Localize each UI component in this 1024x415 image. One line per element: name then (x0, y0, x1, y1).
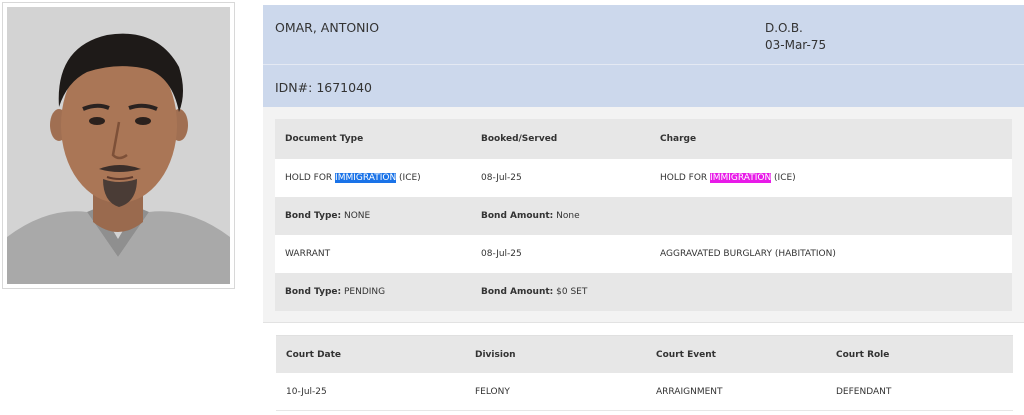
charge: AGGRAVATED BURGLARY (HABITATION) (660, 249, 836, 259)
bond-type: Bond Type: NONE (285, 211, 370, 221)
documents-header-row: Document Type Booked/Served Charge (275, 119, 1012, 159)
court-header-row: Court Date Division Court Event Court Ro… (276, 335, 1013, 373)
idn-number: IDN#: 1671040 (275, 80, 372, 95)
col-court-role: Court Role (836, 349, 890, 360)
bond-type-value: NONE (341, 211, 371, 221)
col-document-type: Document Type (285, 134, 364, 144)
search-highlight-current: IMMIGRATION (710, 173, 772, 183)
court-role: DEFENDANT (836, 386, 892, 397)
booked-date: 08-Jul-25 (481, 249, 522, 259)
bond-type: Bond Type: PENDING (285, 287, 385, 297)
mugshot-frame (2, 2, 235, 289)
document-row: HOLD FOR IMMIGRATION (ICE) 08-Jul-25 HOL… (275, 159, 1012, 197)
col-division: Division (475, 349, 516, 360)
bond-amount-label: Bond Amount: (481, 287, 554, 297)
court-row: 10-Jul-25 FELONY ARRAIGNMENT DEFENDANT (276, 373, 1013, 411)
court-division: FELONY (475, 386, 510, 397)
document-type: WARRANT (285, 249, 331, 259)
charge-suffix: (ICE) (771, 173, 796, 183)
charge-text: HOLD FOR (660, 173, 711, 183)
header-divider (263, 64, 1024, 65)
bond-amount: Bond Amount: $0 SET (481, 287, 587, 297)
court-event: ARRAIGNMENT (656, 386, 723, 397)
document-type: HOLD FOR IMMIGRATION (ICE) (285, 173, 421, 183)
dob-value: 03-Mar-75 (765, 38, 827, 52)
bond-amount-label: Bond Amount: (481, 211, 554, 221)
col-court-event: Court Event (656, 349, 716, 360)
document-type-text: HOLD FOR (285, 173, 336, 183)
documents-panel: Document Type Booked/Served Charge HOLD … (263, 107, 1024, 323)
bond-type-value: PENDING (341, 287, 386, 297)
bond-type-label: Bond Type: (285, 211, 342, 221)
inmate-name: OMAR, ANTONIO (275, 20, 380, 35)
charge: HOLD FOR IMMIGRATION (ICE) (660, 173, 796, 183)
bond-row: Bond Type: NONE Bond Amount: None (275, 197, 1012, 235)
inmate-header: OMAR, ANTONIO D.O.B. 03-Mar-75 IDN#: 167… (263, 5, 1024, 107)
bond-amount-value: None (553, 211, 580, 221)
bond-type-label: Bond Type: (285, 287, 342, 297)
bond-row: Bond Type: PENDING Bond Amount: $0 SET (275, 273, 1012, 311)
bond-amount: Bond Amount: None (481, 211, 580, 221)
col-booked-served: Booked/Served (481, 134, 558, 144)
search-highlight: IMMIGRATION (335, 173, 397, 183)
col-court-date: Court Date (286, 349, 342, 360)
mugshot-photo (7, 7, 230, 284)
documents-table: Document Type Booked/Served Charge HOLD … (275, 119, 1012, 311)
court-date: 10-Jul-25 (286, 386, 327, 397)
mugshot-image (7, 7, 230, 284)
bond-amount-value: $0 SET (553, 287, 588, 297)
document-type-suffix: (ICE) (396, 173, 421, 183)
booked-date: 08-Jul-25 (481, 173, 522, 183)
document-row: WARRANT 08-Jul-25 AGGRAVATED BURGLARY (H… (275, 235, 1012, 273)
dob-label: D.O.B. (765, 21, 803, 35)
court-table: Court Date Division Court Event Court Ro… (276, 335, 1013, 415)
col-charge: Charge (660, 134, 697, 144)
